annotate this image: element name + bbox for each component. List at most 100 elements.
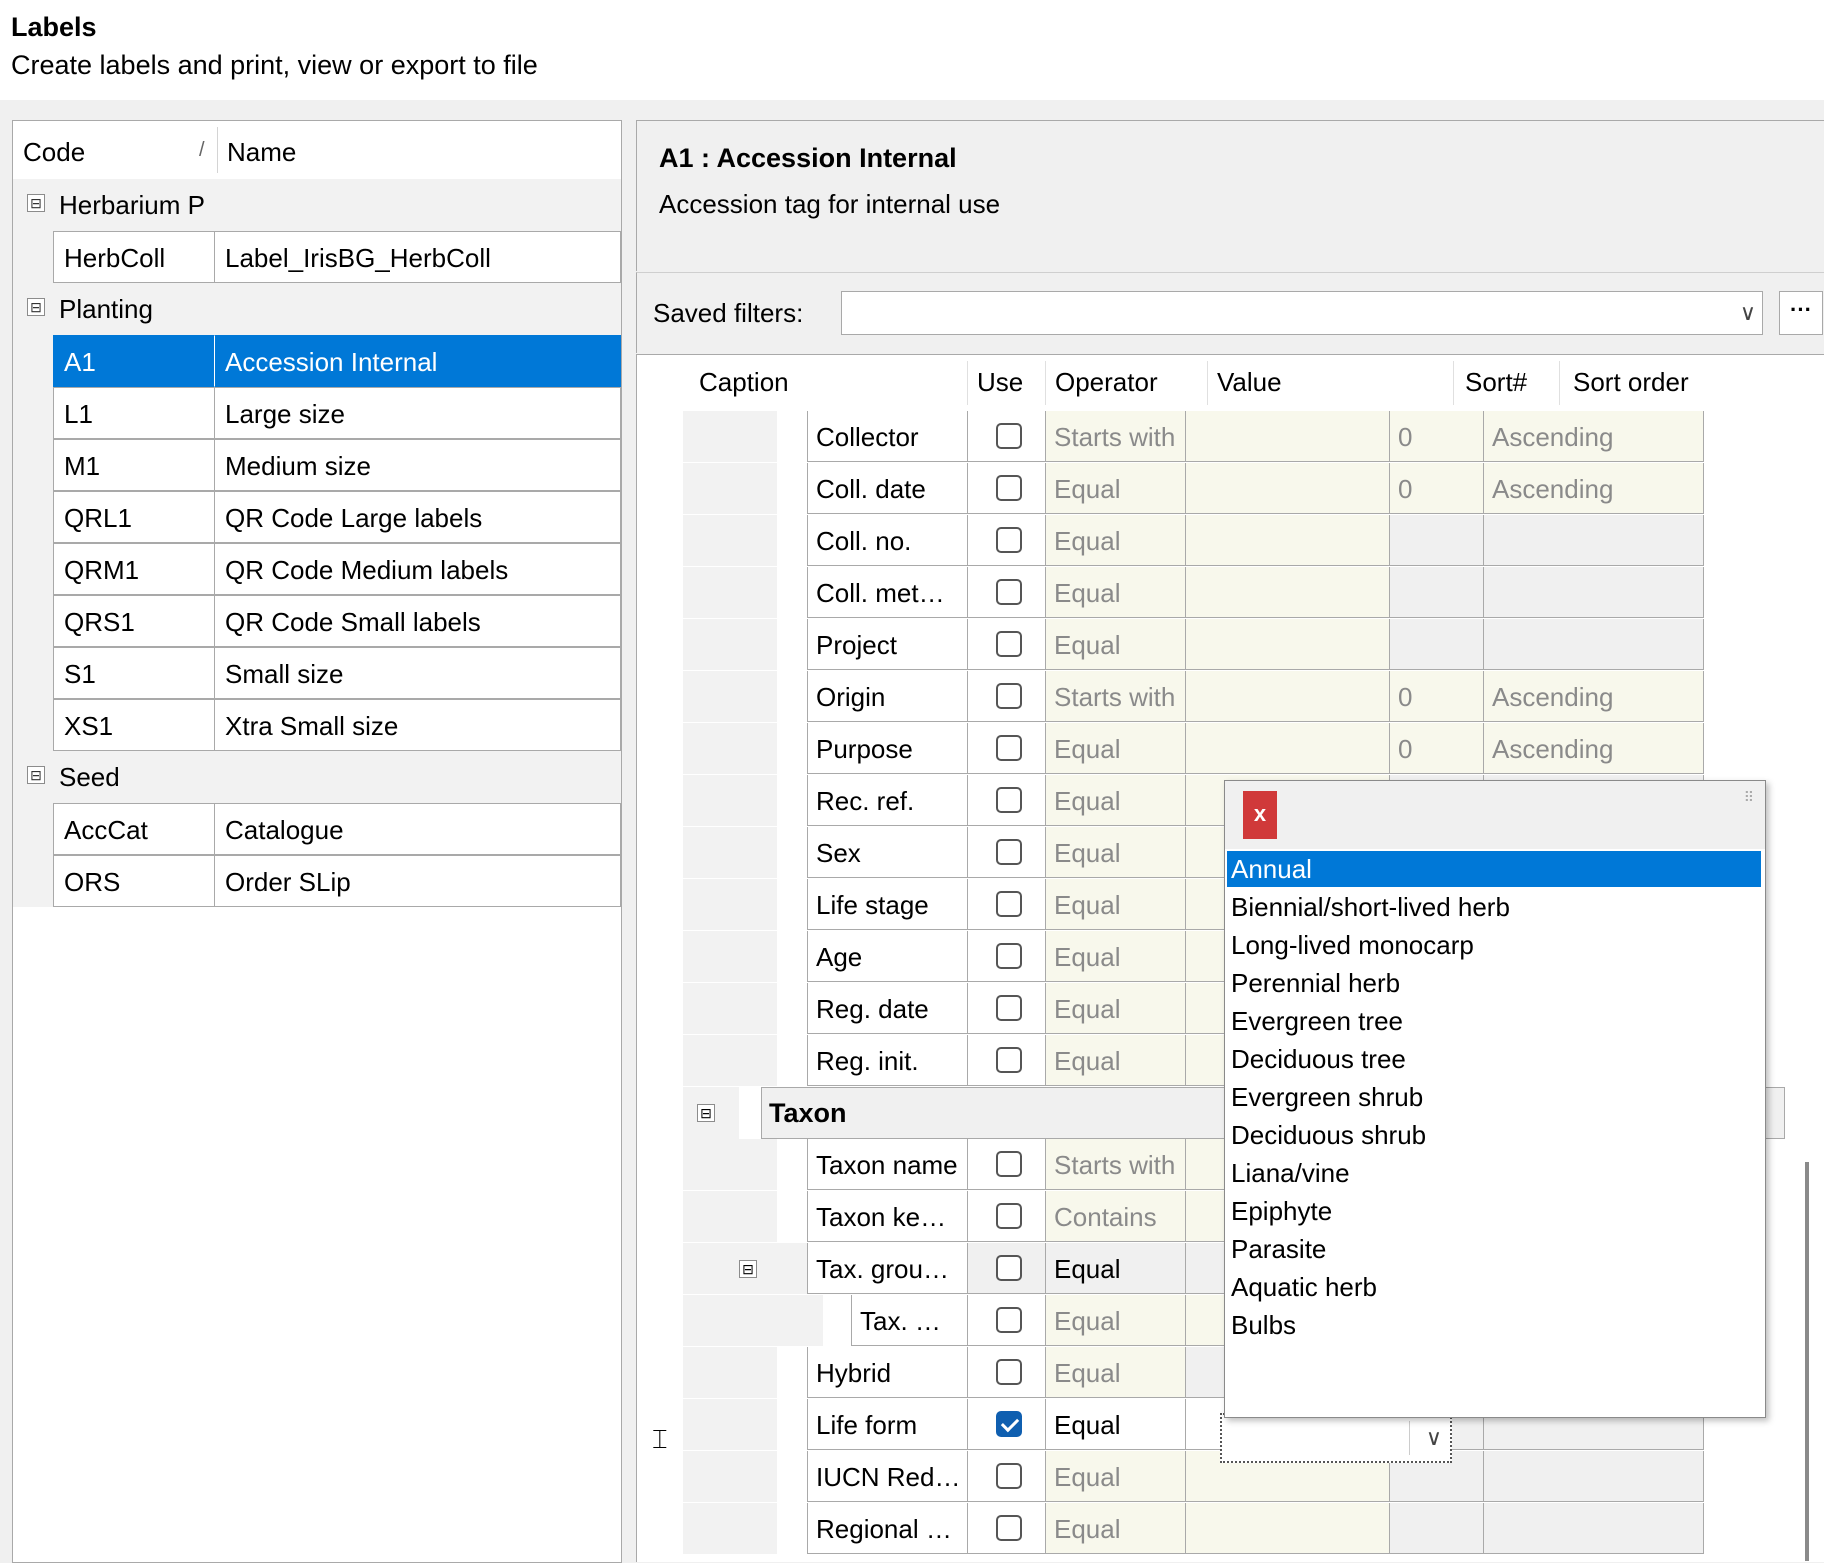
column-header-code[interactable]: Code	[23, 137, 85, 168]
list-item-selected[interactable]: A1 Accession Internal	[53, 335, 621, 387]
collapse-icon[interactable]: ⊟	[27, 766, 45, 784]
column-header-name[interactable]: Name	[227, 137, 296, 168]
use-checkbox[interactable]	[996, 1047, 1022, 1073]
dropdown-option[interactable]: Evergreen shrub	[1227, 1079, 1761, 1115]
value-cell[interactable]	[1186, 619, 1390, 670]
column-header-operator[interactable]: Operator	[1055, 367, 1158, 398]
use-checkbox[interactable]	[996, 579, 1022, 605]
dropdown-option[interactable]: Perennial herb	[1227, 965, 1761, 1001]
dropdown-option[interactable]: Deciduous tree	[1227, 1041, 1761, 1077]
resize-grip-icon[interactable]: ⠿	[1744, 789, 1755, 806]
life-form-value-combo[interactable]: ∨	[1220, 1413, 1452, 1463]
value-cell[interactable]	[1186, 463, 1390, 514]
use-checkbox[interactable]	[996, 683, 1022, 709]
name-cell: Large size	[215, 387, 621, 439]
use-checkbox[interactable]	[996, 1307, 1022, 1333]
use-checkbox[interactable]	[996, 995, 1022, 1021]
column-separator[interactable]	[967, 361, 968, 405]
list-item[interactable]: L1 Large size	[53, 387, 621, 439]
table-row[interactable]: Project Equal	[683, 619, 1783, 671]
column-header-value[interactable]: Value	[1217, 367, 1282, 398]
dropdown-option-selected[interactable]: Annual	[1227, 851, 1761, 887]
column-separator[interactable]	[1045, 361, 1046, 405]
dropdown-option[interactable]: Biennial/short-lived herb	[1227, 889, 1761, 925]
use-checkbox[interactable]	[996, 1255, 1022, 1281]
use-checkbox[interactable]	[996, 735, 1022, 761]
table-row[interactable]: Purpose Equal 0 Ascending	[683, 723, 1783, 775]
use-checkbox[interactable]	[996, 527, 1022, 553]
code-cell: XS1	[53, 699, 215, 751]
use-checkbox[interactable]	[996, 787, 1022, 813]
use-checkbox-checked[interactable]	[996, 1411, 1022, 1437]
dropdown-option[interactable]: Evergreen tree	[1227, 1003, 1761, 1039]
dropdown-option[interactable]: Aquatic herb	[1227, 1269, 1761, 1305]
value-cell[interactable]	[1186, 411, 1390, 462]
column-header-use[interactable]: Use	[977, 367, 1023, 398]
use-checkbox[interactable]	[996, 1359, 1022, 1385]
column-separator[interactable]	[1207, 361, 1208, 405]
chevron-down-icon[interactable]: ∨	[1426, 1425, 1442, 1451]
page-header: Labels Create labels and print, view or …	[0, 0, 1824, 100]
group-row-planting[interactable]: ⊟ Planting	[13, 283, 621, 335]
dropdown-option[interactable]: Epiphyte	[1227, 1193, 1761, 1229]
label-detail-description: Accession tag for internal use	[659, 189, 1001, 219]
list-item[interactable]: QRL1 QR Code Large labels	[53, 491, 621, 543]
list-item[interactable]: HerbColl Label_IrisBG_HerbColl	[53, 231, 621, 283]
close-icon[interactable]: x	[1243, 791, 1277, 839]
value-cell[interactable]	[1186, 723, 1390, 774]
use-checkbox[interactable]	[996, 1515, 1022, 1541]
use-checkbox[interactable]	[996, 631, 1022, 657]
use-checkbox[interactable]	[996, 1463, 1022, 1489]
column-header-sort-num[interactable]: Sort#	[1465, 367, 1527, 398]
dropdown-option[interactable]: Deciduous shrub	[1227, 1117, 1761, 1153]
dropdown-option[interactable]: Liana/vine	[1227, 1155, 1761, 1191]
name-cell: Medium size	[215, 439, 621, 491]
list-item[interactable]: S1 Small size	[53, 647, 621, 699]
use-checkbox[interactable]	[996, 839, 1022, 865]
list-item[interactable]: XS1 Xtra Small size	[53, 699, 621, 751]
use-checkbox[interactable]	[996, 943, 1022, 969]
dropdown-option[interactable]: Bulbs	[1227, 1307, 1761, 1343]
table-row[interactable]: Coll. date Equal 0 Ascending	[683, 463, 1783, 515]
column-separator[interactable]	[217, 127, 218, 173]
column-header-sort-order[interactable]: Sort order	[1573, 367, 1689, 398]
column-separator[interactable]	[1559, 361, 1560, 405]
column-separator[interactable]	[1453, 361, 1454, 405]
saved-filters-more-button[interactable]: ···	[1779, 291, 1823, 335]
use-checkbox[interactable]	[996, 423, 1022, 449]
collapse-icon[interactable]: ⊟	[697, 1104, 715, 1122]
list-item[interactable]: QRM1 QR Code Medium labels	[53, 543, 621, 595]
vertical-scrollbar[interactable]	[1805, 1162, 1809, 1561]
table-row[interactable]: Coll. met… Equal	[683, 567, 1783, 619]
list-item[interactable]: ORS Order SLip	[53, 855, 621, 907]
group-label: Seed	[59, 762, 120, 792]
value-cell[interactable]	[1186, 567, 1390, 618]
name-cell: QR Code Small labels	[215, 595, 621, 647]
name-cell: QR Code Large labels	[215, 491, 621, 543]
table-row[interactable]: Collector Starts with 0 Ascending	[683, 411, 1783, 463]
group-row-herbarium[interactable]: ⊟ Herbarium P	[13, 179, 621, 231]
value-cell[interactable]	[1186, 1503, 1390, 1554]
use-checkbox[interactable]	[996, 475, 1022, 501]
value-cell[interactable]	[1186, 515, 1390, 566]
collapse-icon[interactable]: ⊟	[739, 1260, 757, 1278]
dropdown-option[interactable]: Parasite	[1227, 1231, 1761, 1267]
list-item[interactable]: QRS1 QR Code Small labels	[53, 595, 621, 647]
value-cell[interactable]	[1186, 671, 1390, 722]
collapse-icon[interactable]: ⊟	[27, 298, 45, 316]
group-row-seed[interactable]: ⊟ Seed	[13, 751, 621, 803]
saved-filters-combo[interactable]: ∨	[841, 291, 1763, 335]
use-checkbox[interactable]	[996, 1203, 1022, 1229]
dropdown-option[interactable]: Long-lived monocarp	[1227, 927, 1761, 963]
table-row[interactable]: Origin Starts with 0 Ascending	[683, 671, 1783, 723]
use-checkbox[interactable]	[996, 891, 1022, 917]
collapse-icon[interactable]: ⊟	[27, 194, 45, 212]
use-checkbox[interactable]	[996, 1151, 1022, 1177]
group-label: Taxon	[769, 1098, 847, 1128]
list-item[interactable]: M1 Medium size	[53, 439, 621, 491]
list-item[interactable]: AccCat Catalogue	[53, 803, 621, 855]
column-header-caption[interactable]: Caption	[699, 367, 789, 398]
chevron-down-icon[interactable]: ∨	[1740, 300, 1756, 326]
table-row[interactable]: Coll. no. Equal	[683, 515, 1783, 567]
table-row[interactable]: Regional … Equal	[683, 1503, 1783, 1555]
